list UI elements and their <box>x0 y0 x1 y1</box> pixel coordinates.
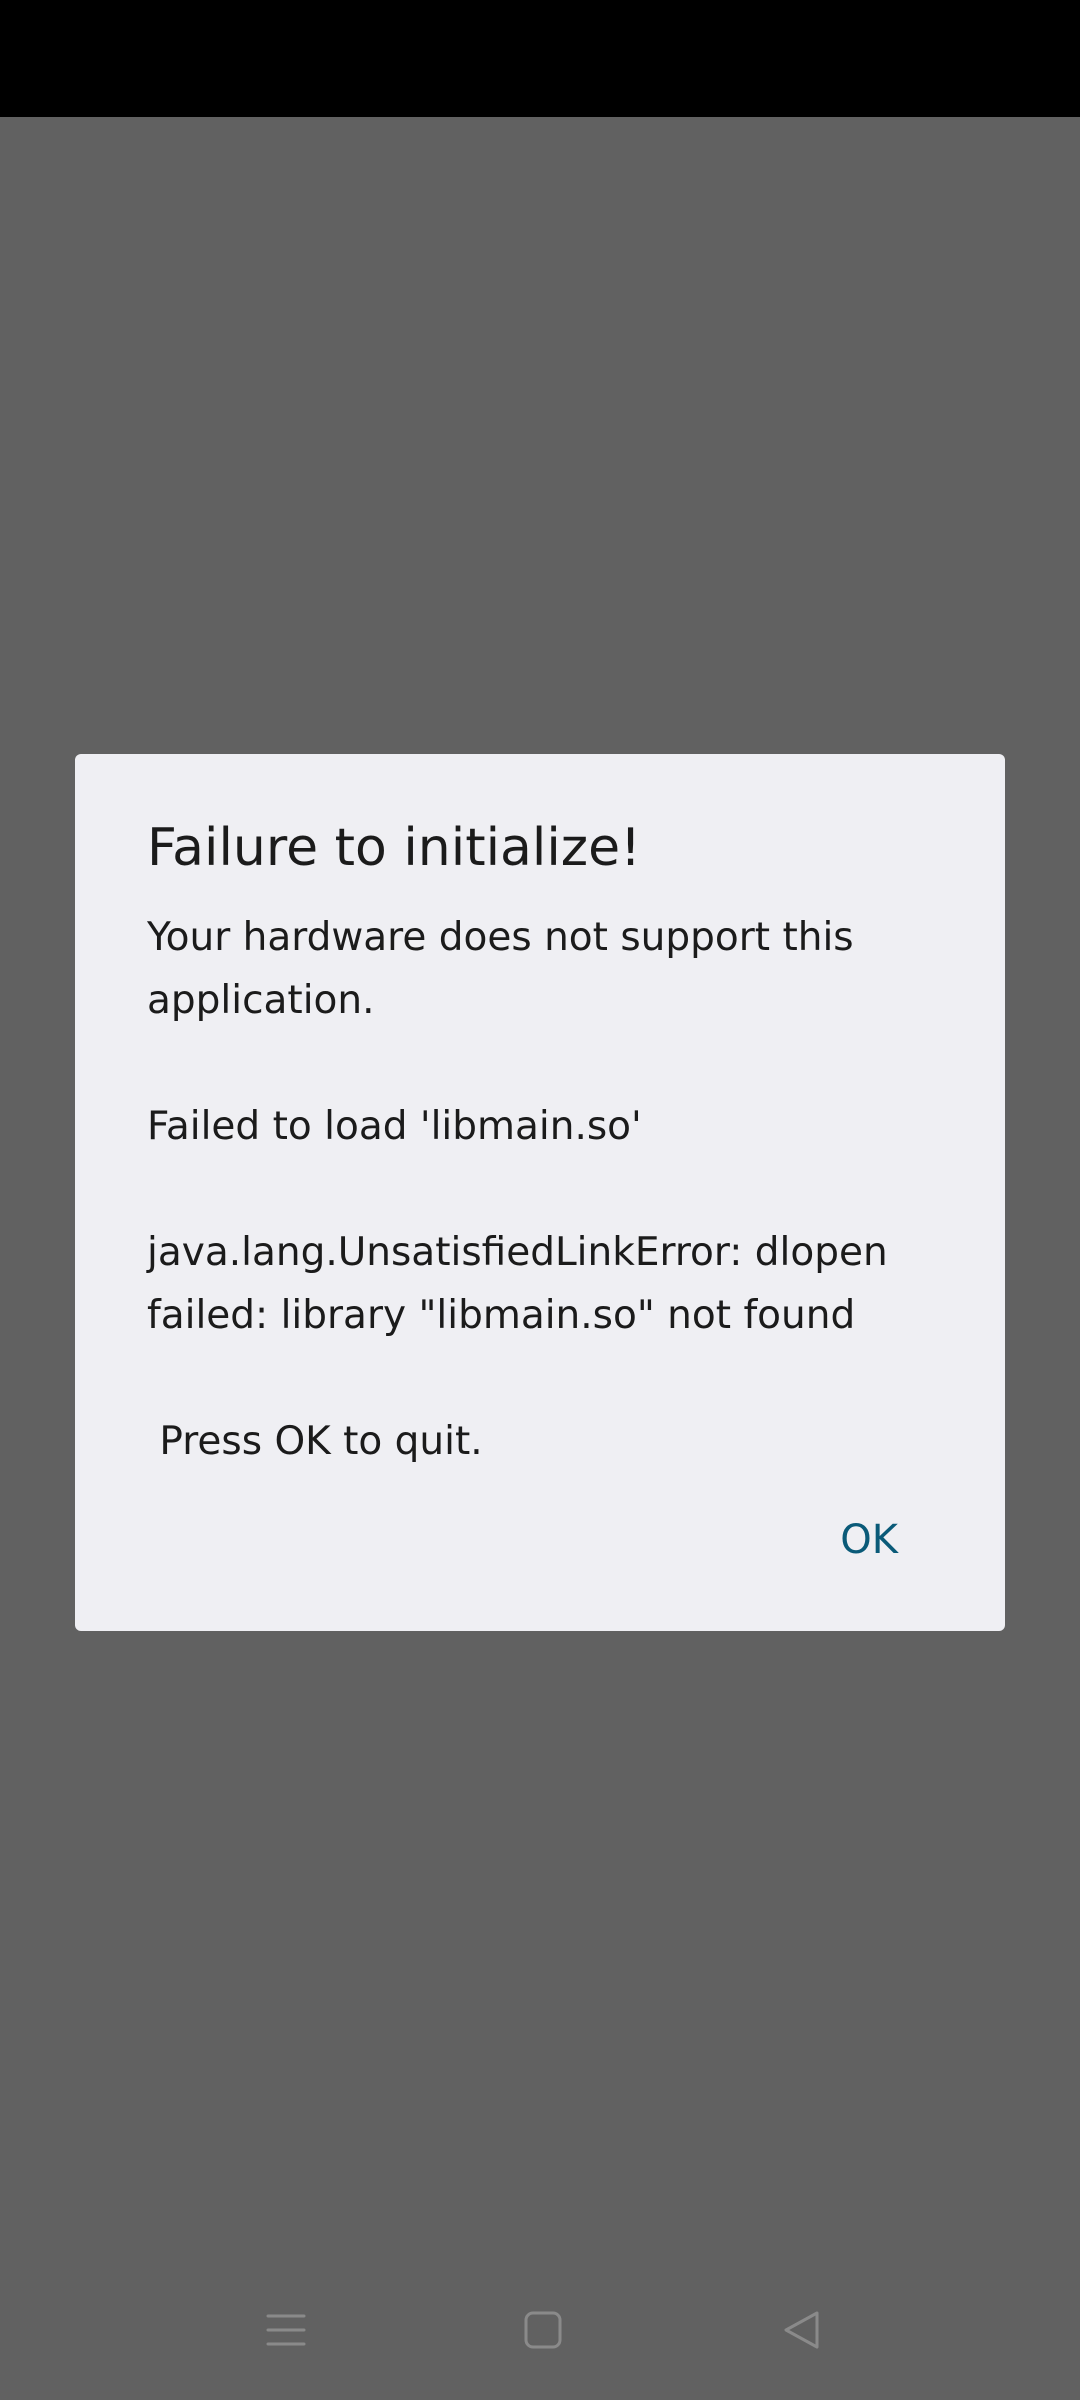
menu-icon <box>266 2314 306 2346</box>
recent-apps-button[interactable] <box>246 2290 326 2370</box>
back-icon <box>784 2311 819 2349</box>
dialog-actions: OK <box>828 1507 910 1573</box>
dialog-title: Failure to initialize! <box>147 818 641 878</box>
error-dialog: Failure to initialize! Your hardware doe… <box>75 754 1005 1631</box>
navigation-bar <box>0 2250 1080 2400</box>
back-button[interactable] <box>761 2290 841 2370</box>
ok-button[interactable]: OK <box>828 1507 910 1573</box>
status-bar <box>0 0 1080 117</box>
dialog-message: Your hardware does not support this appl… <box>147 915 888 1464</box>
home-button[interactable] <box>503 2290 583 2370</box>
home-icon <box>524 2311 562 2349</box>
